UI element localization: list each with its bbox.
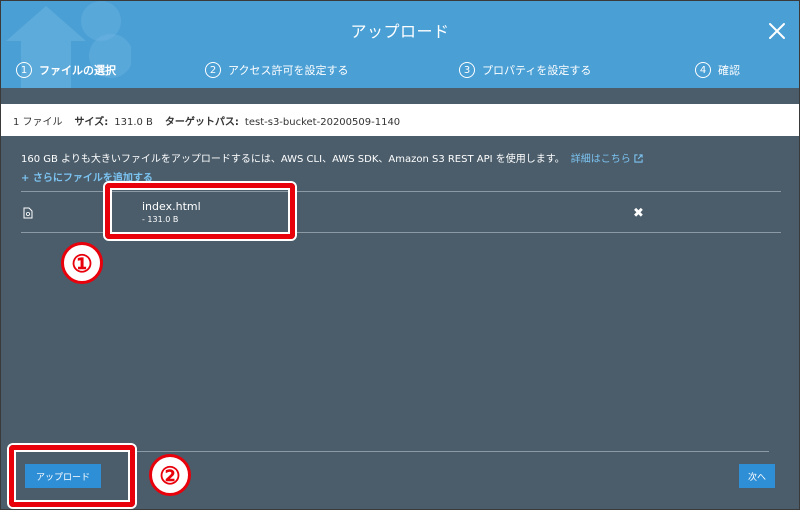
step-label: 確認 xyxy=(718,64,740,77)
size-label: サイズ: xyxy=(74,116,109,128)
upload-dialog: アップロード 1 ファイルの選択 2 アクセス許可を設定する 3 プロパティを設… xyxy=(0,0,800,510)
step-set-properties[interactable]: 3 プロパティを設定する xyxy=(459,60,591,80)
step-number: 1 xyxy=(16,62,32,78)
remove-file-icon[interactable]: ✖ xyxy=(633,206,644,221)
upload-summary-bar: 1 ファイル サイズ: 131.0 B ターゲットパス: test-s3-bucke… xyxy=(1,104,799,136)
notice-text: 160 GB よりも大きいファイルをアップロードするには、AWS CLI、AWS… xyxy=(21,154,565,165)
target-path-label: ターゲットパス: xyxy=(164,116,239,128)
step-set-permissions[interactable]: 2 アクセス許可を設定する xyxy=(205,60,348,80)
step-number: 2 xyxy=(205,62,221,78)
large-file-notice: 160 GB よりも大きいファイルをアップロードするには、AWS CLI、AWS… xyxy=(21,150,643,165)
file-icon xyxy=(23,207,33,219)
step-number: 3 xyxy=(459,62,475,78)
size-value: 131.0 B xyxy=(114,116,153,128)
file-count: 1 ファイル xyxy=(13,116,63,128)
step-number: 4 xyxy=(695,62,711,78)
next-button[interactable]: 次へ xyxy=(739,464,775,488)
plus-icon: + xyxy=(21,173,30,184)
annotation-number-1: ① xyxy=(61,242,103,284)
highlight-box-upload xyxy=(9,445,135,507)
dialog-title: アップロード xyxy=(350,22,450,41)
learn-more-link[interactable]: 詳細はこちら xyxy=(571,154,643,165)
external-link-icon xyxy=(634,154,643,163)
step-select-files[interactable]: 1 ファイルの選択 xyxy=(16,60,116,80)
annotation-number-2: ② xyxy=(149,454,191,496)
dialog-header: アップロード 1 ファイルの選択 2 アクセス許可を設定する 3 プロパティを設… xyxy=(1,1,799,88)
step-label: ファイルの選択 xyxy=(39,64,116,77)
step-label: アクセス許可を設定する xyxy=(228,64,349,77)
close-icon[interactable] xyxy=(767,21,787,41)
add-more-files-link[interactable]: + さらにファイルを追加する xyxy=(21,169,153,184)
step-label: プロパティを設定する xyxy=(482,64,592,77)
target-path-value: test-s3-bucket-20200509-1140 xyxy=(244,116,401,128)
step-review[interactable]: 4 確認 xyxy=(695,60,740,80)
highlight-box-file xyxy=(105,183,295,239)
